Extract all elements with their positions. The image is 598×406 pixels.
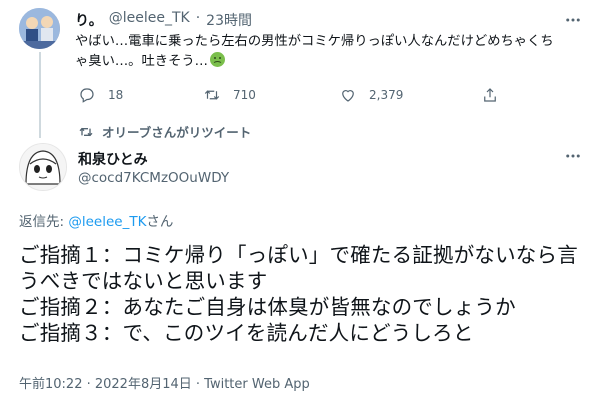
nauseated-face-icon	[209, 52, 225, 67]
reply-icon	[80, 88, 94, 103]
quoted-timestamp[interactable]: 23時間	[206, 10, 252, 30]
retweeted-by-icon	[79, 127, 93, 136]
thread-connector-line	[39, 52, 41, 138]
main-avatar[interactable]	[19, 143, 67, 191]
share-icon	[484, 88, 496, 102]
main-display-name[interactable]: 和泉ひとみ	[78, 149, 148, 169]
reply-to-prefix: 返信先:	[19, 214, 69, 230]
quoted-tweet-text: やばい…電車に乗ったら左右の男性がコミケ帰りっぽい人なんだけどめちゃくちゃ臭い……	[75, 34, 554, 69]
quoted-avatar[interactable]	[19, 8, 60, 49]
main-handle[interactable]: @cocd7KCMzOOuWDY	[78, 170, 229, 186]
main-tweet-text: ご指摘１：コミケ帰り「っぽい」で確たる証拠がないなら言うべきではないと思います …	[19, 243, 578, 345]
retweet-icon	[204, 90, 220, 100]
reply-to-line: 返信先: @leelee_TKさん	[19, 210, 173, 230]
like-button[interactable]: 2,379	[339, 86, 403, 104]
quoted-more-icon[interactable]	[563, 10, 583, 30]
like-count: 2,379	[369, 88, 404, 102]
reply-to-handle-link[interactable]: @leelee_TK	[68, 214, 146, 230]
reply-button[interactable]: 18	[78, 86, 123, 104]
retweet-count: 710	[233, 88, 256, 102]
retweet-notice-text: オリーブさんがリツイート	[102, 125, 252, 140]
retweet-notice[interactable]: オリーブさんがリツイート	[78, 122, 251, 141]
retweet-button[interactable]: 710	[203, 86, 256, 104]
reply-to-suffix: さん	[146, 214, 174, 230]
quoted-handle[interactable]: @leelee_TK	[109, 10, 190, 30]
tweet-meta[interactable]: 午前10:22 · 2022年8月14日 · Twitter Web App	[19, 373, 310, 392]
dot-separator: ·	[195, 10, 201, 26]
share-button[interactable]	[481, 86, 499, 104]
reply-count: 18	[108, 88, 124, 102]
main-more-icon[interactable]	[563, 146, 583, 166]
like-icon	[342, 90, 354, 102]
quoted-display-name[interactable]: り。	[75, 10, 103, 30]
